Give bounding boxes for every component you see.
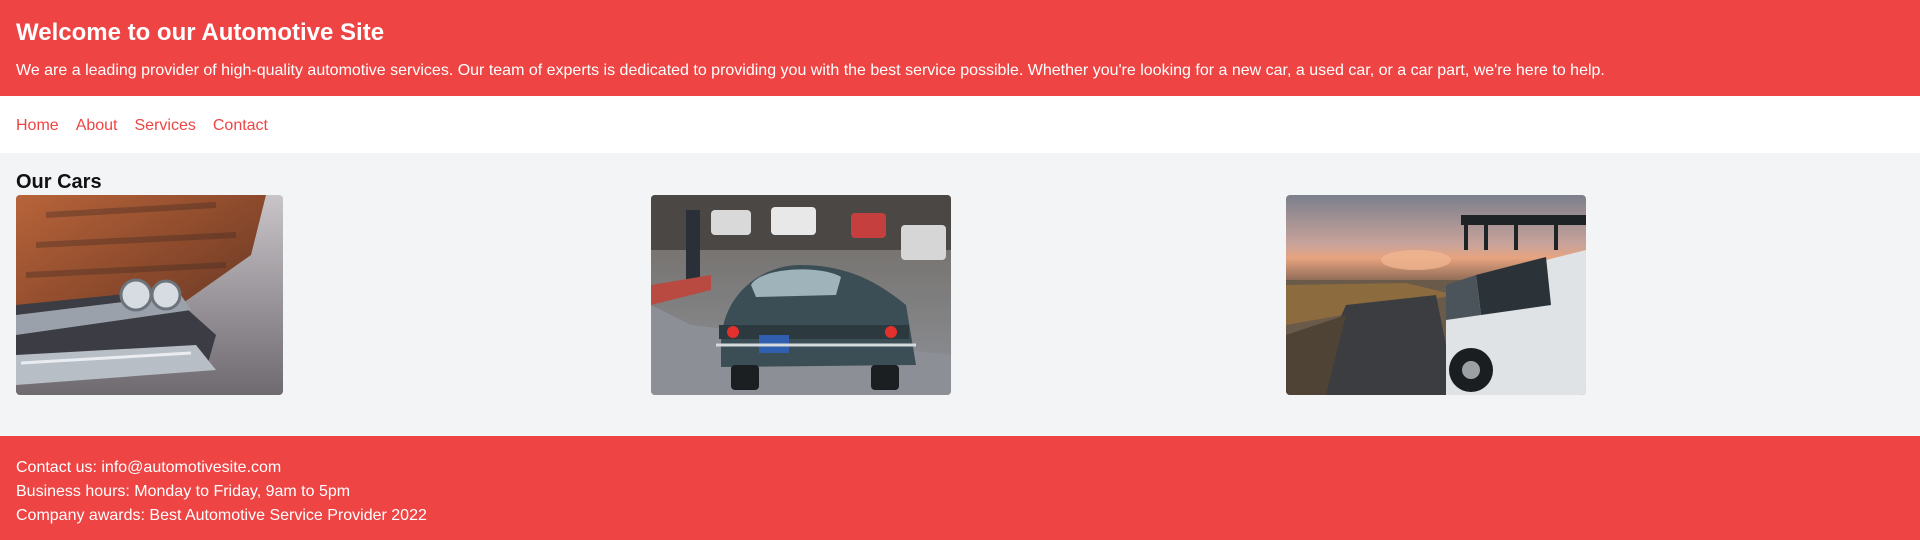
hero-header: Welcome to our Automotive Site We are a …: [0, 0, 1920, 96]
cars-grid: [16, 195, 1904, 395]
footer-awards: Company awards: Best Automotive Service …: [16, 507, 427, 524]
car-image-offroad-suv[interactable]: [1286, 195, 1586, 395]
site-intro: We are a leading provider of high-qualit…: [16, 62, 1605, 79]
car-image-vintage-sports[interactable]: [651, 195, 951, 395]
nav-link-home[interactable]: Home: [16, 116, 59, 136]
site-title: Welcome to our Automotive Site: [16, 19, 385, 46]
main-nav: Home About Services Contact: [0, 96, 1920, 153]
cars-heading: Our Cars: [16, 171, 102, 193]
nav-link-services[interactable]: Services: [135, 116, 196, 136]
footer-contact: Contact us: info@automotivesite.com: [16, 459, 282, 476]
nav-link-about[interactable]: About: [76, 116, 118, 136]
car-image-rusty-classic[interactable]: [16, 195, 283, 395]
cars-section: Our Cars: [0, 153, 1920, 436]
footer-hours: Business hours: Monday to Friday, 9am to…: [16, 483, 351, 500]
nav-link-contact[interactable]: Contact: [213, 116, 268, 136]
site-footer: Contact us: info@automotivesite.com Busi…: [0, 436, 1920, 540]
